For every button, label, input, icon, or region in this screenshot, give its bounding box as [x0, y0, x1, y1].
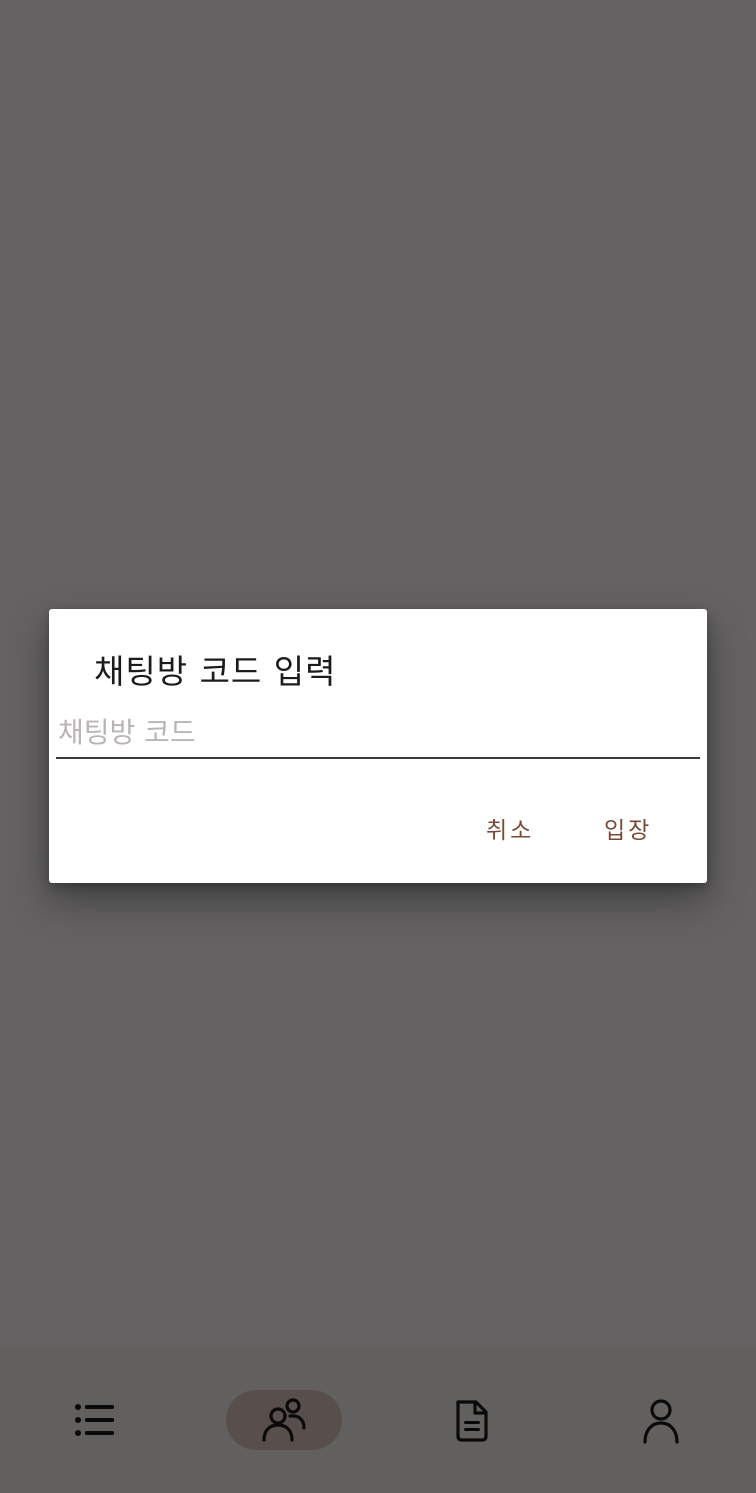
- enter-button[interactable]: 입장: [594, 809, 662, 853]
- dialog-title: 채팅방 코드 입력: [94, 652, 337, 691]
- cancel-button[interactable]: 취소: [476, 809, 544, 853]
- chat-code-input[interactable]: [56, 707, 700, 759]
- chat-code-dialog: 채팅방 코드 입력 취소 입장: [49, 609, 707, 883]
